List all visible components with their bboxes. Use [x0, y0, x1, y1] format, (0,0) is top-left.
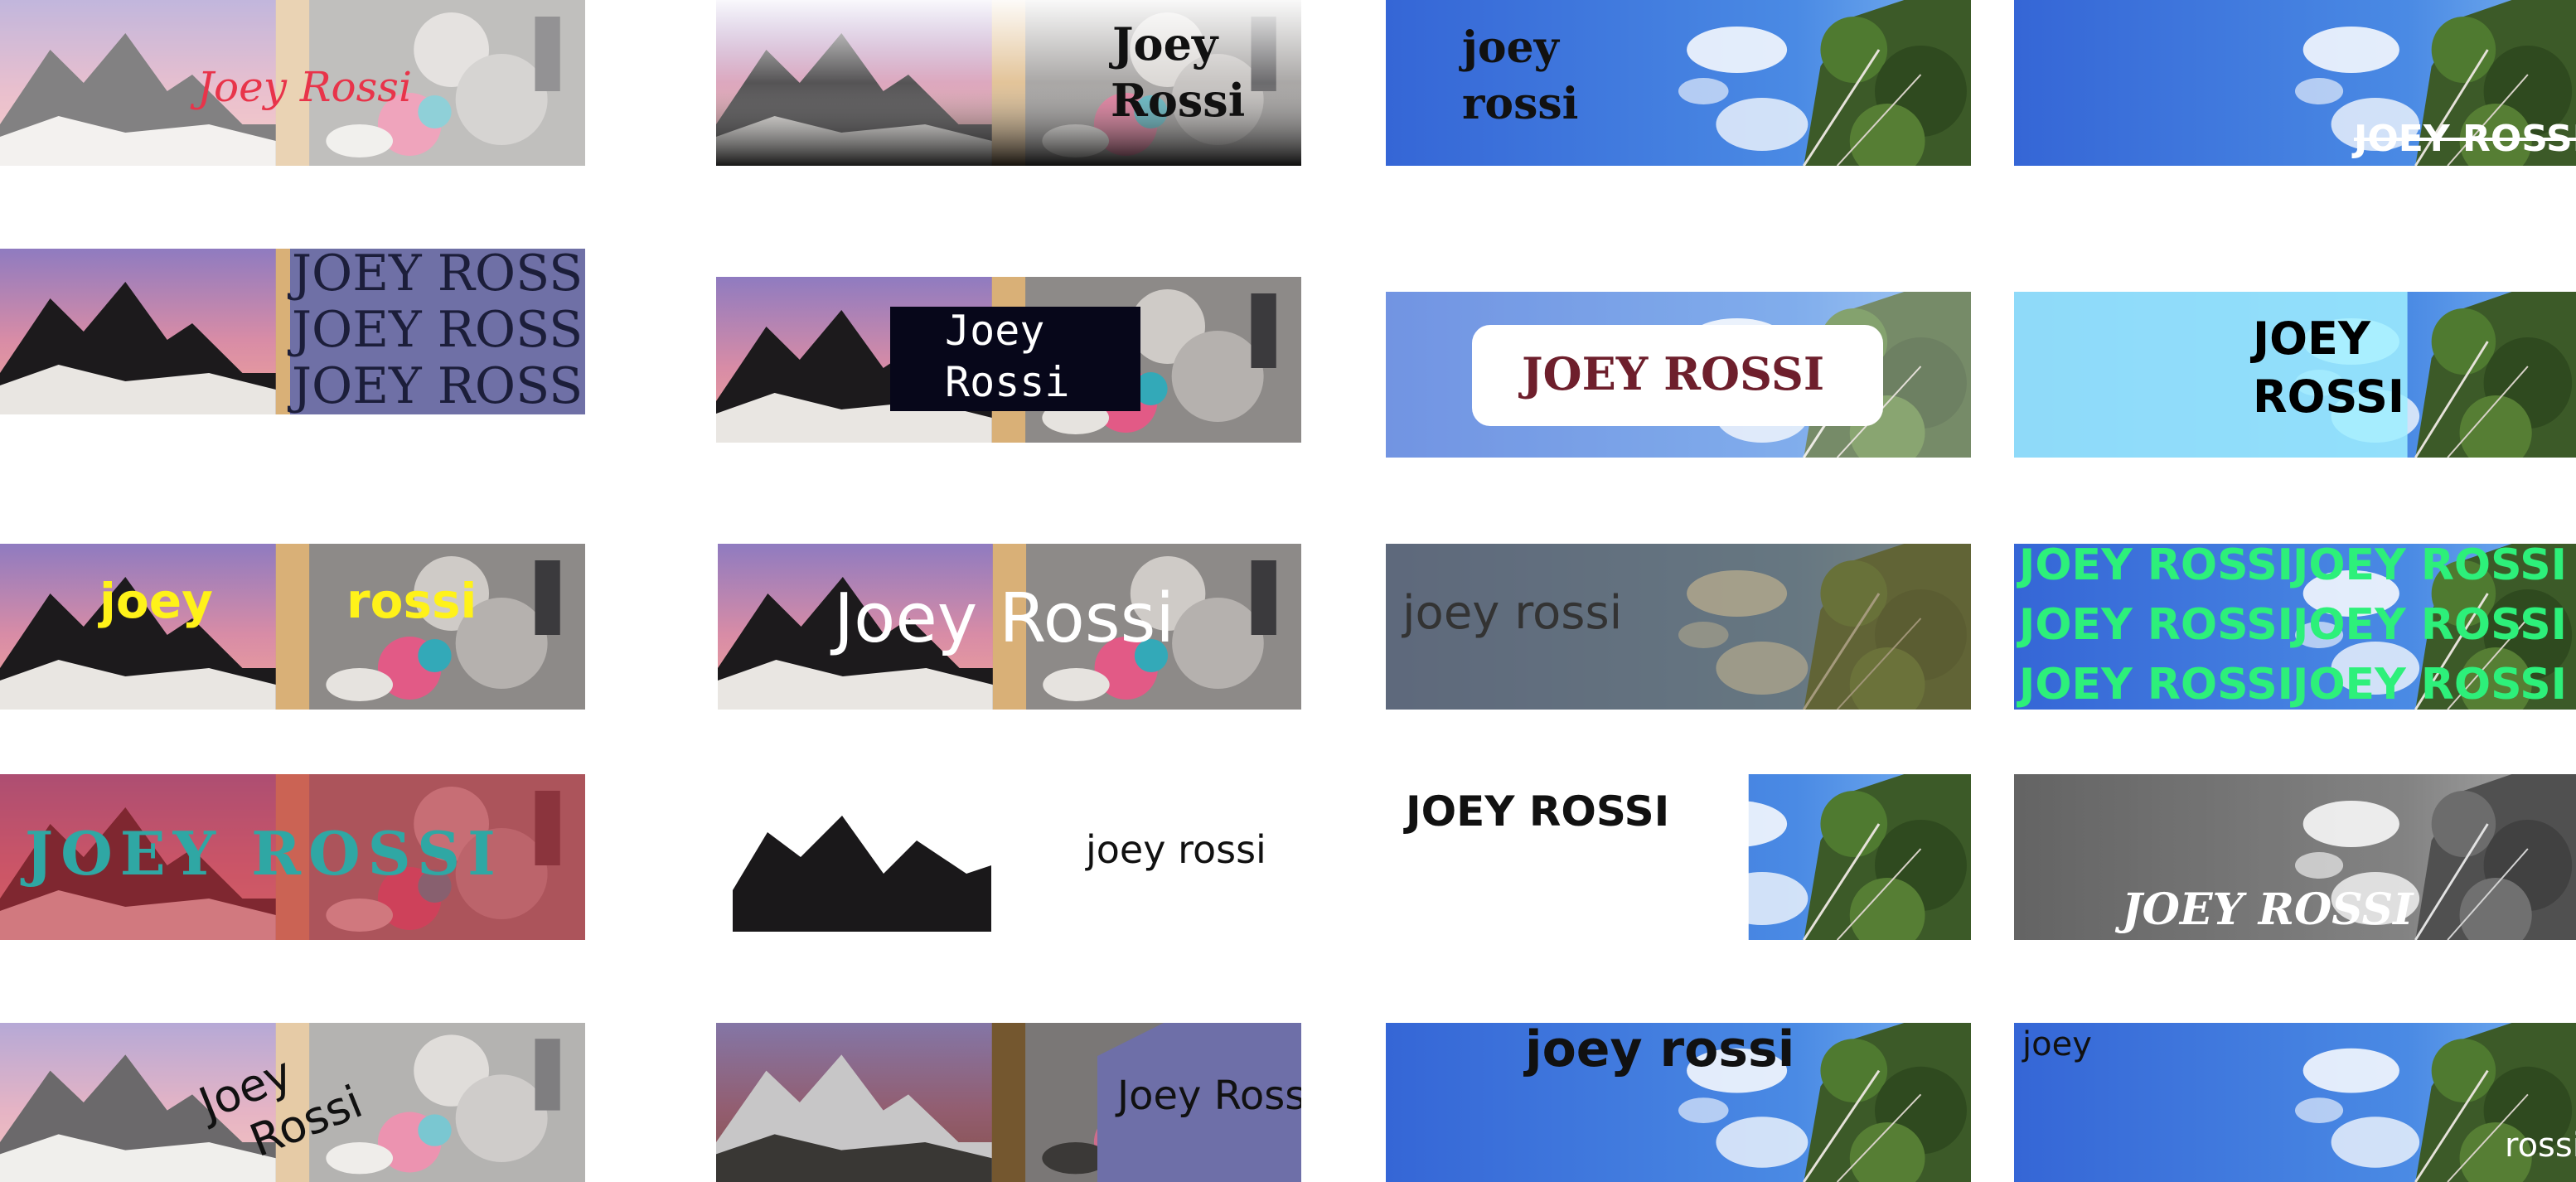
- banner-name-text: joey rossi: [1086, 827, 1266, 872]
- banner-r4c3[interactable]: JOEY ROSSI: [1386, 774, 1971, 940]
- banner-name-line2: rossi: [1462, 79, 1579, 129]
- banner-r3c4[interactable]: JOEY ROSSI JOEY ROSSI JOEY ROSSI JOEY RO…: [2014, 544, 2576, 710]
- banner-r3c1[interactable]: joey rossi: [0, 544, 585, 710]
- banner-r1c3[interactable]: joey rossi: [1386, 0, 1971, 166]
- banner-name-text: joey rossi: [1402, 586, 1623, 640]
- banner-r2c3[interactable]: JOEY ROSSI: [1386, 292, 1971, 458]
- tiled-name-cell: JOEY ROSSI: [2019, 600, 2293, 650]
- banner-name-line2: Rossi: [1111, 74, 1246, 127]
- banner-r5c2[interactable]: Joey Rossi: [716, 1023, 1301, 1182]
- banner-name-text: JOEY ROSSI: [2122, 884, 2414, 935]
- repeated-name-line: JOEY ROSSI: [292, 301, 585, 359]
- banner-name-line1: Joey: [945, 307, 1045, 355]
- banner-name-text: JOEY ROSSI: [2354, 118, 2576, 160]
- tiled-name-cell: JOEY ROSSI: [2293, 600, 2567, 650]
- banner-r2c1[interactable]: JOEY ROSSI JOEY ROSSI JOEY ROSSI: [0, 249, 585, 414]
- repeated-name-line: JOEY ROSSI: [292, 357, 585, 414]
- tiled-name-cell: JOEY ROSSI: [2293, 660, 2567, 710]
- banner-name-text: joey rossi: [1525, 1023, 1795, 1078]
- sky-background-image: [2014, 1023, 2576, 1182]
- banner-r5c1[interactable]: Joey Rossi: [0, 1023, 585, 1182]
- banner-name-text: JOEY ROSSI: [1406, 787, 1670, 836]
- tiled-name-cell: JOEY ROSSI: [2293, 544, 2567, 590]
- tiled-name-cell: JOEY ROSSI: [2019, 660, 2293, 710]
- banner-name-word2: rossi: [346, 573, 477, 629]
- banner-r3c3[interactable]: joey rossi: [1386, 544, 1971, 710]
- banner-r2c4[interactable]: JOEY ROSSI: [2014, 292, 2576, 458]
- banner-r1c1[interactable]: Joey Rossi: [0, 0, 585, 166]
- tiled-name-cell: JOEY ROSSI: [2019, 544, 2293, 590]
- banner-name-text: Joey Rossi: [1117, 1073, 1301, 1119]
- painting-background-image: [0, 544, 585, 710]
- banner-r2c2[interactable]: Joey Rossi: [716, 277, 1301, 443]
- banner-name-line2: ROSSI: [2253, 371, 2404, 423]
- banner-r4c4[interactable]: JOEY ROSSI: [2014, 774, 2576, 940]
- banner-r4c1[interactable]: JOEY ROSSI: [0, 774, 585, 940]
- banner-name-text: Joey Rossi: [197, 63, 412, 111]
- banner-r4c2[interactable]: joey rossi: [718, 774, 1301, 940]
- banner-name-word1: joey: [99, 573, 213, 629]
- banner-r1c2[interactable]: Joey Rossi: [716, 0, 1301, 166]
- banner-r1c4[interactable]: JOEY ROSSI: [2014, 0, 2576, 166]
- banner-name-text: JOEY ROSSI: [25, 818, 503, 889]
- banner-name-line1: Joey: [1112, 17, 1218, 70]
- banner-name-text: JOEY ROSSI: [1522, 347, 1825, 400]
- banner-name-line1: joey: [2022, 1025, 2092, 1063]
- banner-r3c2[interactable]: Joey Rossi: [718, 544, 1301, 710]
- banner-name-line2: Rossi: [945, 358, 1070, 406]
- repeated-name-line: JOEY ROSSI: [292, 249, 585, 303]
- banner-name-line1: joey: [1462, 22, 1559, 73]
- banner-name-line2: rossi: [2505, 1126, 2576, 1165]
- banner-r5c3[interactable]: joey rossi: [1386, 1023, 1971, 1182]
- banner-r5c4[interactable]: joey rossi: [2014, 1023, 2576, 1182]
- banner-name-line1: JOEY: [2253, 312, 2370, 365]
- banner-name-text: Joey Rossi: [834, 579, 1175, 658]
